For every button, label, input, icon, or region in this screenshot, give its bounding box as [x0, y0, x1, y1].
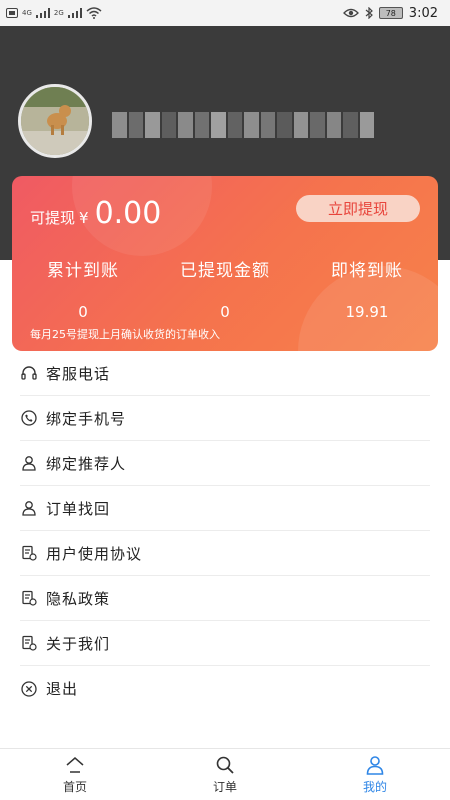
document-icon [20, 634, 38, 652]
menu-label: 关于我们 [46, 634, 111, 653]
home-icon [64, 754, 86, 776]
menu-item-order-recovery[interactable]: 订单找回 [20, 486, 430, 531]
menu-label: 客服电话 [46, 364, 111, 383]
network-type-1: 4G [22, 9, 32, 17]
wifi-icon [86, 7, 102, 19]
withdrawable-row: 可提现 ¥ 0.00 [30, 196, 161, 231]
menu-label: 绑定手机号 [46, 409, 127, 428]
menu-label: 订单找回 [46, 499, 111, 518]
stat-label: 即将到账 [331, 261, 403, 281]
person-icon [20, 499, 38, 517]
earnings-card: 可提现 ¥ 0.00 立即提现 累计到账 0 已提现金额 0 即将到账 19.9… [12, 176, 438, 351]
headset-icon [20, 364, 38, 382]
bluetooth-icon [365, 7, 373, 19]
menu-label: 隐私政策 [46, 589, 111, 608]
avatar[interactable] [18, 84, 92, 158]
person-icon [20, 454, 38, 472]
stat-label: 已提现金额 [180, 261, 270, 281]
menu-item-customer-service[interactable]: 客服电话 [20, 351, 430, 396]
username-redacted [112, 112, 374, 138]
menu-label: 用户使用协议 [46, 544, 143, 563]
nav-label: 订单 [212, 780, 237, 794]
signal-icon [67, 8, 82, 18]
status-bar: 4G 2G 78 3:02 [0, 0, 450, 26]
phone-icon [20, 409, 38, 427]
withdraw-now-button[interactable]: 立即提现 [296, 195, 420, 222]
search-icon [214, 754, 236, 776]
menu-item-privacy-policy[interactable]: 隐私政策 [20, 576, 430, 621]
stat-value: 19.91 [345, 303, 389, 321]
network-type-2: 2G [53, 9, 64, 17]
settings-menu: 客服电话 绑定手机号 绑定推荐人 订单找回 用户使用协议 隐私政策 关于我们 退… [0, 351, 450, 711]
nav-orders[interactable]: 订单 [150, 749, 300, 800]
withdrawable-amount: 0.00 [94, 196, 162, 231]
nav-label: 我的 [362, 780, 387, 794]
bottom-nav: 首页 订单 我的 [0, 748, 450, 800]
signal-icon [35, 8, 50, 18]
sim-card-icon [6, 8, 18, 18]
stat-total-received: 累计到账 0 [12, 256, 154, 321]
status-time: 3:02 [408, 5, 438, 21]
earnings-stats: 累计到账 0 已提现金额 0 即将到账 19.91 [12, 256, 438, 321]
stat-value: 0 [220, 303, 230, 321]
battery-indicator: 78 [378, 7, 403, 19]
currency-symbol: ¥ [79, 209, 89, 227]
menu-label: 退出 [46, 680, 79, 698]
eye-icon [342, 8, 359, 18]
document-icon [20, 544, 38, 562]
user-icon [364, 754, 386, 776]
menu-item-user-agreement[interactable]: 用户使用协议 [20, 531, 430, 576]
menu-item-bind-phone[interactable]: 绑定手机号 [20, 396, 430, 441]
stat-label: 累计到账 [47, 261, 119, 281]
stat-pending: 即将到账 19.91 [296, 256, 438, 321]
stat-withdrawn: 已提现金额 0 [154, 256, 296, 321]
menu-label: 绑定推荐人 [46, 454, 127, 473]
close-circle-icon [20, 680, 38, 698]
withdrawable-label: 可提现 [30, 209, 76, 227]
menu-item-about-us[interactable]: 关于我们 [20, 621, 430, 666]
dog-photo-avatar [21, 87, 89, 155]
withdraw-note: 每月25号提现上月确认收货的订单收入 [30, 328, 220, 341]
menu-item-logout[interactable]: 退出 [20, 666, 430, 711]
menu-item-bind-referrer[interactable]: 绑定推荐人 [20, 441, 430, 486]
nav-mine[interactable]: 我的 [300, 749, 450, 800]
document-icon [20, 589, 38, 607]
stat-value: 0 [78, 303, 88, 321]
nav-label: 首页 [62, 780, 87, 794]
nav-home[interactable]: 首页 [0, 749, 150, 800]
